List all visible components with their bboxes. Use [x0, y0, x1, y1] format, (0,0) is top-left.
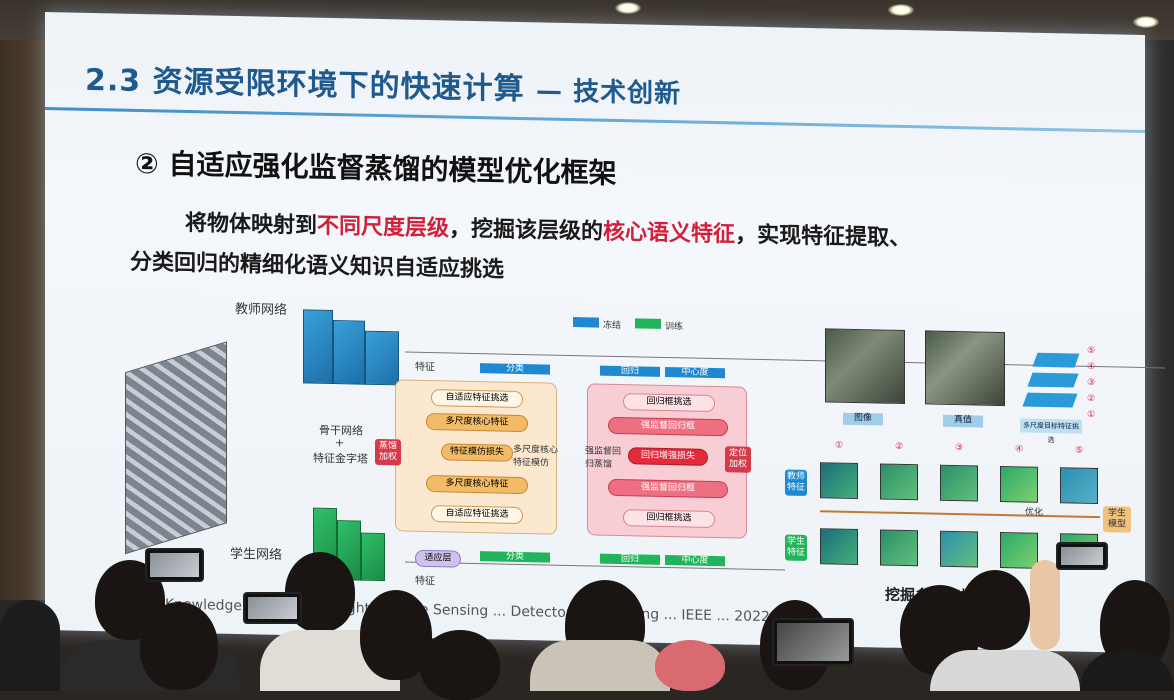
feature-top-label: 特征: [415, 361, 435, 374]
circled-4: ④: [1087, 361, 1096, 372]
legend-train-label: 训练: [665, 321, 684, 333]
phone-camera: [772, 618, 854, 666]
heatmap: [940, 464, 978, 502]
panel-step: 自适应特征挑选: [431, 389, 523, 409]
phone-camera: [243, 592, 302, 624]
slide-title-text: 2.3 资源受限环境下的快速计算: [85, 62, 525, 108]
pyramid-level: [1027, 372, 1079, 388]
ground-truth-image: [925, 330, 1005, 407]
circled-5: ⑤: [1075, 445, 1084, 456]
student-model-tag: 学生模型: [1103, 506, 1131, 533]
optimize-arrow: [820, 510, 1100, 519]
teacher-net-label: 教师网络: [235, 301, 288, 319]
heatmap: [1060, 467, 1098, 505]
panel-step: 多尺度核心特征: [426, 412, 528, 433]
circled-3: ③: [955, 443, 964, 454]
circled-1: ①: [835, 440, 844, 451]
title-rule: [45, 107, 1145, 134]
pyramid-level: [1032, 352, 1080, 368]
center-head-top: 中心度: [665, 366, 725, 379]
aerial-image: [825, 328, 905, 405]
para-highlight: 不同尺度层级: [317, 213, 450, 242]
person-cap: [655, 640, 725, 691]
panel-step: 自适应特征挑选: [431, 505, 523, 525]
distill-weight-tag: 蒸馏加权: [375, 438, 401, 466]
image-label: 图像: [843, 412, 883, 426]
phone-camera: [1056, 542, 1108, 570]
teacher-block: [365, 330, 399, 386]
para-text: 将物体映射到: [185, 210, 318, 239]
circled-5: ⑤: [1087, 345, 1096, 356]
paragraph-line-1: 将物体映射到不同尺度层级，挖掘该层级的核心语义特征，实现特征提取、: [185, 205, 911, 252]
heatmap: [820, 462, 858, 500]
legend-train-swatch: [635, 318, 661, 329]
ceiling-lamp: [1133, 16, 1159, 28]
circled-3: ③: [1087, 377, 1096, 388]
input-image-stack: [125, 341, 227, 555]
person-head: [960, 570, 1030, 650]
loc-weight-tag: 定位加权: [725, 446, 751, 473]
optimize-label: 优化: [1025, 507, 1044, 518]
teacher-feat-tag: 教师特征: [785, 469, 807, 496]
person: [930, 650, 1080, 691]
circled-1: ①: [1087, 409, 1096, 420]
raised-arm: [1030, 560, 1060, 650]
teacher-block: [333, 320, 365, 385]
circled-4: ④: [1015, 444, 1024, 455]
truth-label: 真值: [943, 414, 983, 428]
panel-step: 回归框挑选: [623, 509, 715, 529]
legend-frozen-label: 冻结: [603, 320, 622, 332]
person-head: [420, 630, 500, 700]
circled-2: ②: [1087, 393, 1096, 404]
slide-title: 2.3 资源受限环境下的快速计算 — 技术创新: [85, 55, 681, 111]
person: [0, 600, 60, 691]
pyramid-level: [1022, 392, 1078, 408]
legend-frozen-swatch: [573, 317, 599, 328]
para-text: ，挖掘该层级的: [449, 216, 604, 245]
heatmap: [1000, 466, 1038, 503]
heatmap: [880, 463, 918, 501]
paragraph-line-2: 分类回归的精细化语义知识自适应挑选: [130, 249, 505, 283]
circled-2: ②: [895, 441, 904, 452]
panel-step: 回归增强损失: [628, 447, 708, 466]
slide-title-suffix: — 技术创新: [536, 76, 682, 110]
fpn-label: 特征金字塔: [313, 451, 368, 466]
ceiling-lamp: [615, 2, 641, 14]
ceiling-lamp: [888, 4, 914, 16]
plus-label: +: [335, 436, 345, 450]
phone-camera: [145, 548, 204, 582]
panel-step: 多尺度核心特征: [426, 474, 528, 495]
pyramid-note: 多尺度目标特征挑选: [1020, 418, 1082, 444]
panel-step: 强监督回归框: [608, 416, 728, 437]
para-text: ，实现特征提取、: [735, 222, 912, 252]
cls-head-top: 分类: [480, 363, 550, 375]
left-panel-note: 多尺度核心特征模仿: [513, 444, 559, 469]
person-head: [140, 602, 218, 690]
person: [530, 640, 670, 691]
audience: [0, 540, 1174, 700]
para-highlight: 核心语义特征: [603, 219, 736, 248]
section-heading: ② 自适应强化监督蒸馏的模型优化框架: [135, 146, 617, 190]
right-panel-note: 强监督回归蒸馏: [585, 446, 622, 470]
panel-step: 强监督回归框: [608, 478, 728, 499]
panel-step: 回归框挑选: [623, 393, 715, 413]
panel-step: 特征模仿损失: [441, 443, 513, 462]
reg-head-top: 回归: [600, 365, 660, 377]
teacher-block: [303, 309, 333, 385]
